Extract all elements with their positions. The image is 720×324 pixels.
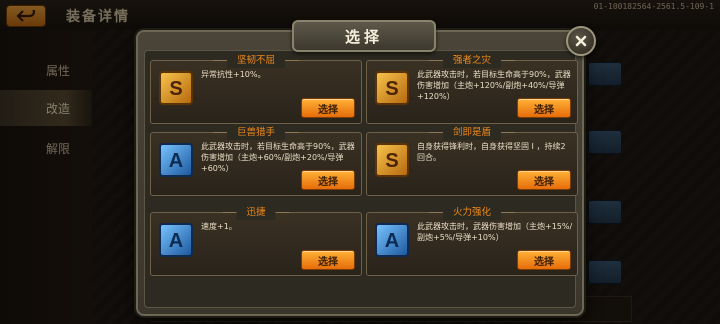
svg-text:S: S — [169, 78, 182, 100]
select-button[interactable]: 选择 — [301, 250, 355, 270]
close-button[interactable] — [566, 26, 596, 56]
option-title: 强者之灾 — [428, 53, 516, 68]
option-description: 速度+1。 — [201, 222, 237, 231]
option-description: 异常抗性+10%。 — [201, 70, 266, 79]
svg-text:A: A — [169, 230, 183, 252]
select-button[interactable]: 选择 — [517, 170, 571, 190]
option-card-5: 迅捷 A 速度+1。 选择 — [150, 205, 362, 276]
close-icon — [575, 35, 587, 47]
select-button[interactable]: 选择 — [517, 250, 571, 270]
option-title: 迅捷 — [222, 205, 290, 220]
svg-text:S: S — [385, 150, 398, 172]
grade-a-icon: A — [375, 223, 409, 257]
option-description: 自身获得锋利时，自身获得坚固 I ，持续2回合。 — [417, 142, 566, 162]
option-card-1: 坚韧不屈 S 异常抗性+10%。 选择 — [150, 53, 362, 124]
option-title: 巨兽猎手 — [212, 125, 300, 140]
option-card-3: 巨兽猎手 A 此武器攻击时，若目标生命高于90%，武器伤害增加（主炮+60%/副… — [150, 125, 362, 196]
svg-text:S: S — [385, 78, 398, 100]
modal-title-plate: 选择 — [292, 20, 436, 52]
option-title: 火力强化 — [428, 205, 516, 220]
grade-a-icon: A — [159, 143, 193, 177]
grade-s-icon: S — [159, 71, 193, 105]
select-modal: 选择 坚韧不屈 S 异常抗性+10%。 选择 强者之灾 S 此武器攻击时，若目标… — [136, 20, 596, 316]
modal-title: 选择 — [344, 27, 383, 46]
option-description: 此武器攻击时，武器伤害增加（主炮+15%/副炮+5%/导弹+10%） — [417, 222, 573, 242]
grade-s-icon: S — [375, 71, 409, 105]
svg-text:A: A — [385, 230, 399, 252]
select-button[interactable]: 选择 — [301, 170, 355, 190]
grade-a-icon: A — [159, 223, 193, 257]
grade-s-icon: S — [375, 143, 409, 177]
select-button[interactable]: 选择 — [301, 98, 355, 118]
option-title: 坚韧不屈 — [212, 53, 300, 68]
option-card-2: 强者之灾 S 此武器攻击时，若目标生命高于90%，武器伤害增加（主炮+120%/… — [366, 53, 578, 124]
select-button[interactable]: 选择 — [517, 98, 571, 118]
option-card-6: 火力强化 A 此武器攻击时，武器伤害增加（主炮+15%/副炮+5%/导弹+10%… — [366, 205, 578, 276]
option-card-4: 剑即是盾 S 自身获得锋利时，自身获得坚固 I ，持续2回合。 选择 — [366, 125, 578, 196]
option-title: 剑即是盾 — [428, 125, 516, 140]
svg-text:A: A — [169, 150, 183, 172]
